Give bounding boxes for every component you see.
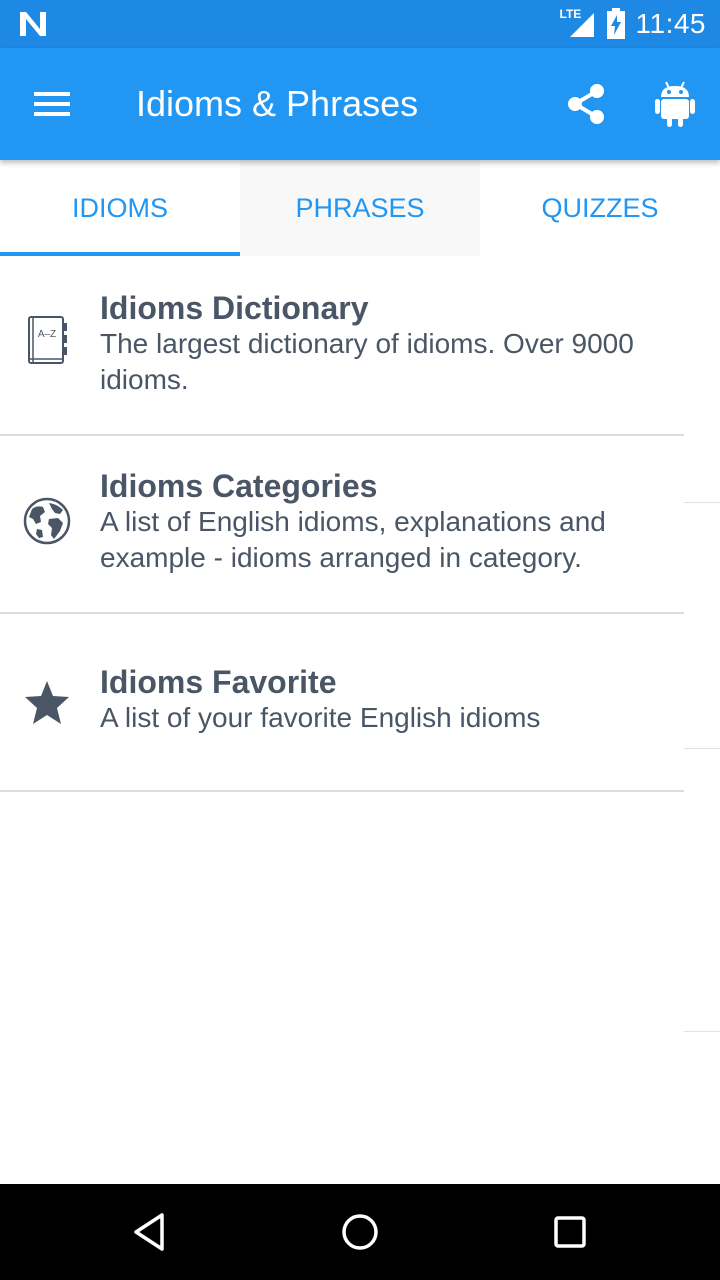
item-text: Idioms Dictionary The largest dictionary… (100, 290, 660, 398)
item-text: Idioms Categories A list of English idio… (100, 468, 660, 576)
share-button[interactable] (556, 76, 616, 132)
menu-list: A–Z Idioms Dictionary The largest dictio… (0, 256, 720, 792)
list-item-idioms-favorite[interactable]: Idioms Favorite A list of your favorite … (0, 612, 720, 792)
share-icon (568, 84, 604, 124)
globe-icon (22, 496, 72, 546)
item-title: Idioms Dictionary (100, 290, 369, 326)
android-button[interactable] (644, 74, 706, 134)
tab-quizzes[interactable]: QUIZZES (480, 160, 720, 256)
back-button[interactable] (126, 1208, 174, 1256)
menu-button[interactable] (22, 76, 82, 132)
home-button[interactable] (336, 1208, 384, 1256)
battery-charging-icon (606, 8, 626, 40)
notification-n-icon (18, 10, 48, 38)
recents-button[interactable] (546, 1208, 594, 1256)
app-bar: Idioms & Phrases (0, 48, 720, 160)
list-item-idioms-categories[interactable]: Idioms Categories A list of English idio… (0, 434, 720, 614)
recents-square-icon (554, 1216, 586, 1248)
book-icon-label: A–Z (38, 329, 56, 340)
edge-divider (684, 502, 720, 503)
back-triangle-icon (134, 1213, 164, 1251)
item-title: Idioms Favorite (100, 664, 337, 700)
item-description: A list of your favorite English idioms (100, 702, 541, 733)
item-title: Idioms Categories (100, 468, 378, 504)
item-description: The largest dictionary of idioms. Over 9… (100, 328, 634, 395)
tab-bar: IDIOMS PHRASES QUIZZES (0, 160, 720, 256)
status-bar: LTE 11:45 (0, 0, 720, 48)
edge-divider (684, 748, 720, 749)
status-right: LTE 11:45 (560, 0, 707, 48)
hamburger-menu-icon (34, 92, 70, 116)
az-dictionary-book-icon: A–Z (22, 316, 72, 366)
system-nav-bar (0, 1184, 720, 1280)
edge-divider (684, 1031, 720, 1032)
app-title: Idioms & Phrases (136, 83, 419, 124)
item-description: A list of English idioms, explanations a… (100, 506, 606, 573)
home-circle-icon (342, 1214, 378, 1250)
android-icon (655, 81, 695, 127)
divider (0, 790, 684, 792)
item-text: Idioms Favorite A list of your favorite … (100, 664, 660, 736)
clock: 11:45 (635, 8, 706, 39)
tab-idioms[interactable]: IDIOMS (0, 160, 240, 256)
list-item-idioms-dictionary[interactable]: A–Z Idioms Dictionary The largest dictio… (0, 256, 720, 436)
tab-phrases[interactable]: PHRASES (240, 160, 480, 256)
lte-signal-icon: LTE (560, 7, 596, 39)
star-icon (22, 678, 72, 728)
